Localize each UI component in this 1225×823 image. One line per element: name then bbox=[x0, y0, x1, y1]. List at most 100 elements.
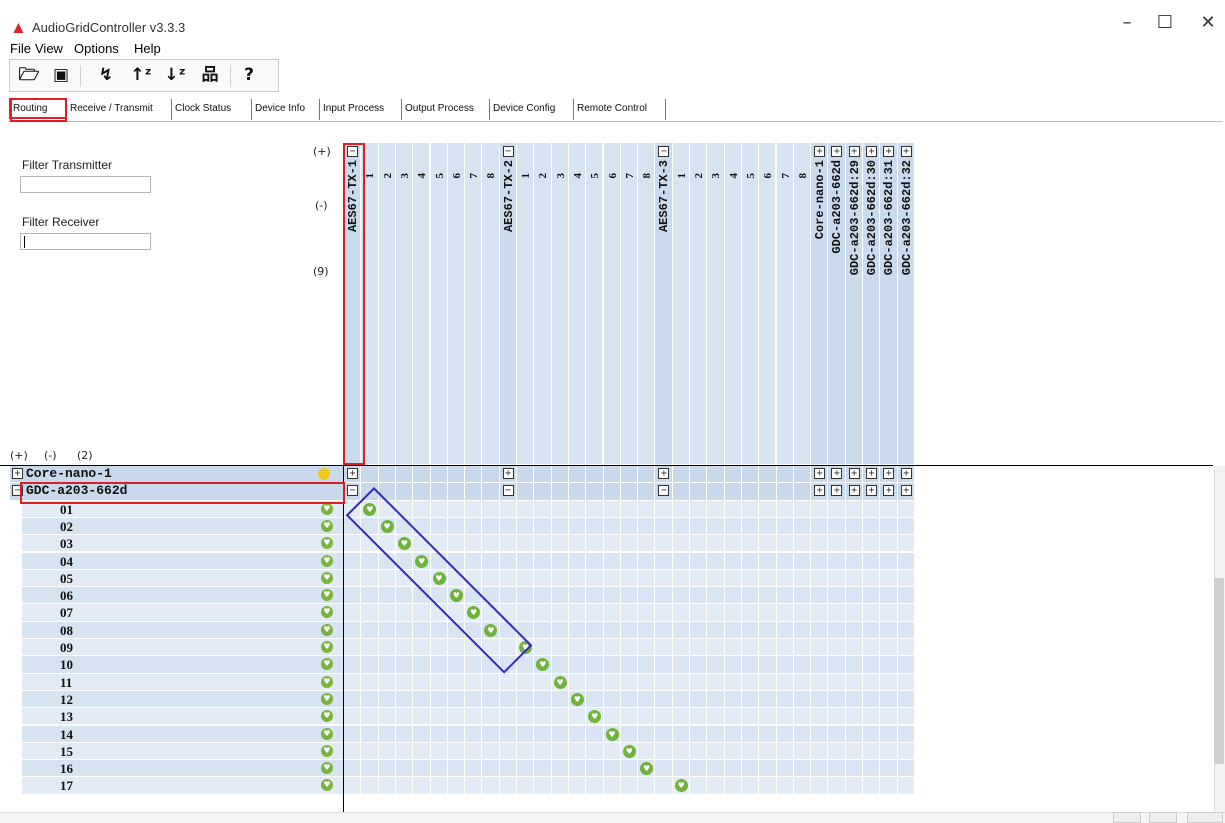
route-dot-icon[interactable]: ♥ bbox=[380, 519, 394, 533]
cell-expand-icon[interactable]: + bbox=[848, 485, 860, 497]
receiver-channel-row[interactable]: 04 ♥ bbox=[22, 552, 344, 569]
channel-header[interactable]: 8 bbox=[793, 143, 811, 464]
cell-expand-icon[interactable]: + bbox=[347, 468, 358, 479]
route-dot-icon[interactable]: ♥ bbox=[432, 571, 446, 585]
expand-icon[interactable]: + bbox=[900, 146, 912, 157]
transmitter-header[interactable]: + GDC-a203-662d:30 bbox=[863, 143, 880, 464]
receiver-channel-row[interactable]: 08 ♥ bbox=[22, 621, 344, 638]
transmitter-header[interactable]: + Core-nano-1 bbox=[811, 143, 828, 464]
receiver-device-row[interactable]: − GDC-a203-662d bbox=[10, 483, 343, 500]
channel-header[interactable]: 4 bbox=[724, 143, 741, 464]
channel-header[interactable]: 2 bbox=[378, 143, 395, 464]
expand-icon[interactable]: + bbox=[12, 468, 23, 479]
channel-header[interactable]: 5 bbox=[586, 143, 603, 464]
minimize-button[interactable]: – bbox=[1107, 10, 1147, 36]
receiver-channel-row[interactable]: 01 ♥ bbox=[22, 500, 344, 517]
channel-header[interactable]: 4 bbox=[413, 143, 430, 464]
expand-icon[interactable]: + bbox=[848, 146, 860, 157]
channel-header[interactable]: 1 bbox=[361, 143, 378, 464]
cell-expand-icon[interactable]: − bbox=[502, 485, 514, 497]
channel-header[interactable]: 7 bbox=[620, 143, 638, 464]
receiver-channel-row[interactable]: 05 ♥ bbox=[22, 569, 344, 587]
tab-device-config[interactable]: Device Config bbox=[491, 99, 574, 120]
channel-header[interactable]: 6 bbox=[759, 143, 776, 464]
channel-header[interactable]: 3 bbox=[551, 143, 568, 464]
channel-header[interactable]: 8 bbox=[482, 143, 499, 464]
cell-expand-icon[interactable]: + bbox=[831, 485, 843, 497]
cell-expand-icon[interactable]: − bbox=[658, 485, 670, 497]
scroll-button[interactable] bbox=[1149, 812, 1177, 823]
vertical-scroll-thumb[interactable] bbox=[1214, 578, 1224, 764]
receiver-channel-row[interactable]: 15 ♥ bbox=[22, 742, 344, 760]
route-dot-icon[interactable]: ♥ bbox=[570, 692, 584, 706]
channel-header[interactable]: 5 bbox=[741, 143, 759, 464]
receiver-channel-row[interactable]: 11 ♥ bbox=[22, 673, 344, 690]
scroll-button[interactable] bbox=[1187, 812, 1223, 823]
receiver-channel-row[interactable]: 14 ♥ bbox=[22, 725, 344, 742]
cell-expand-icon[interactable]: + bbox=[883, 485, 895, 497]
close-button[interactable]: ✕ bbox=[1191, 10, 1225, 36]
routing-grid[interactable]: + + + + + + + + + − − − + + + + + + ♥ ♥ ♥ ♥ ♥ ♥ ♥ ♥ ♥ ♥ ♥ ♥ ♥ ♥ ♥ ♥ ♥ bbox=[344, 466, 915, 816]
transmitter-header[interactable]: − AES67-TX-3 bbox=[655, 143, 672, 464]
channel-header[interactable]: 2 bbox=[690, 143, 707, 464]
cell-expand-icon[interactable]: + bbox=[848, 468, 860, 479]
horizontal-scrollbar[interactable] bbox=[0, 812, 1225, 823]
tab-output-process[interactable]: Output Process bbox=[403, 99, 490, 120]
route-dot-icon[interactable]: ♥ bbox=[622, 744, 636, 758]
receiver-channel-row[interactable]: 02 ♥ bbox=[22, 517, 344, 535]
cell-expand-icon[interactable]: + bbox=[814, 468, 826, 479]
channel-header[interactable]: 3 bbox=[707, 143, 724, 464]
cell-expand-icon[interactable]: + bbox=[658, 468, 670, 479]
route-dot-icon[interactable]: ♥ bbox=[519, 641, 532, 654]
channel-header[interactable]: 1 bbox=[672, 143, 689, 464]
cell-expand-icon[interactable]: + bbox=[900, 468, 912, 479]
cell-expand-icon[interactable]: + bbox=[900, 485, 912, 497]
receiver-channel-row[interactable]: 16 ♥ bbox=[22, 760, 344, 777]
channel-header[interactable]: 8 bbox=[638, 143, 655, 464]
channel-header[interactable]: 6 bbox=[447, 143, 465, 464]
channel-header[interactable]: 7 bbox=[465, 143, 482, 464]
receiver-channel-row[interactable]: 09 ♥ bbox=[22, 639, 344, 656]
expand-icon[interactable]: + bbox=[883, 146, 895, 157]
receiver-channel-row[interactable]: 12 ♥ bbox=[22, 690, 344, 708]
receiver-channel-row[interactable]: 03 ♥ bbox=[22, 535, 344, 552]
channel-header[interactable]: 4 bbox=[568, 143, 586, 464]
expand-icon[interactable]: + bbox=[814, 146, 826, 157]
collapse-icon[interactable]: − bbox=[502, 146, 514, 157]
collapse-icon[interactable]: − bbox=[658, 146, 670, 157]
route-dot-icon[interactable]: ♥ bbox=[397, 537, 411, 551]
receiver-channel-row[interactable]: 10 ♥ bbox=[22, 656, 344, 673]
expand-icon[interactable]: + bbox=[866, 146, 877, 157]
receiver-device-row[interactable]: + Core-nano-1 bbox=[10, 466, 343, 483]
collapse-icon[interactable]: − bbox=[12, 485, 23, 497]
cell-expand-icon[interactable]: + bbox=[831, 468, 843, 479]
expand-icon[interactable]: + bbox=[831, 146, 843, 157]
receiver-channel-row[interactable]: 13 ♥ bbox=[22, 708, 344, 725]
receiver-channel-row[interactable]: 17 ♥ bbox=[22, 777, 344, 794]
transmitter-header[interactable]: − AES67-TX-1 bbox=[344, 143, 361, 464]
scroll-button[interactable] bbox=[1113, 812, 1141, 823]
channel-header[interactable]: 6 bbox=[603, 143, 620, 464]
cell-expand-icon[interactable]: − bbox=[347, 485, 358, 497]
route-dot-icon[interactable]: ♥ bbox=[415, 554, 429, 568]
cell-expand-icon[interactable]: + bbox=[814, 485, 826, 497]
route-dot-icon[interactable]: ♥ bbox=[363, 502, 377, 516]
tab-remote-control[interactable]: Remote Control bbox=[575, 99, 666, 120]
receiver-channel-row[interactable]: 07 ♥ bbox=[22, 604, 344, 621]
collapse-icon[interactable]: − bbox=[347, 146, 358, 157]
transmitter-header[interactable]: + GDC-a203-662d bbox=[828, 143, 845, 464]
cell-expand-icon[interactable]: + bbox=[502, 468, 514, 479]
transmitter-header[interactable]: + GDC-a203-662d:29 bbox=[845, 143, 862, 464]
channel-header[interactable]: 1 bbox=[517, 143, 534, 464]
transmitter-header[interactable]: + GDC-a203-662d:32 bbox=[897, 143, 914, 464]
channel-header[interactable]: 5 bbox=[430, 143, 447, 464]
cell-expand-icon[interactable]: + bbox=[883, 468, 895, 479]
cell-expand-icon[interactable]: + bbox=[866, 468, 877, 479]
channel-header[interactable]: 7 bbox=[776, 143, 793, 464]
maximize-button[interactable]: ☐ bbox=[1145, 10, 1185, 36]
route-dot-icon[interactable]: ♥ bbox=[553, 675, 567, 689]
route-dot-icon[interactable]: ♥ bbox=[449, 589, 463, 603]
cell-expand-icon[interactable]: + bbox=[866, 485, 877, 497]
transmitter-header[interactable]: + GDC-a203-662d:31 bbox=[880, 143, 897, 464]
channel-header[interactable]: 3 bbox=[395, 143, 413, 464]
